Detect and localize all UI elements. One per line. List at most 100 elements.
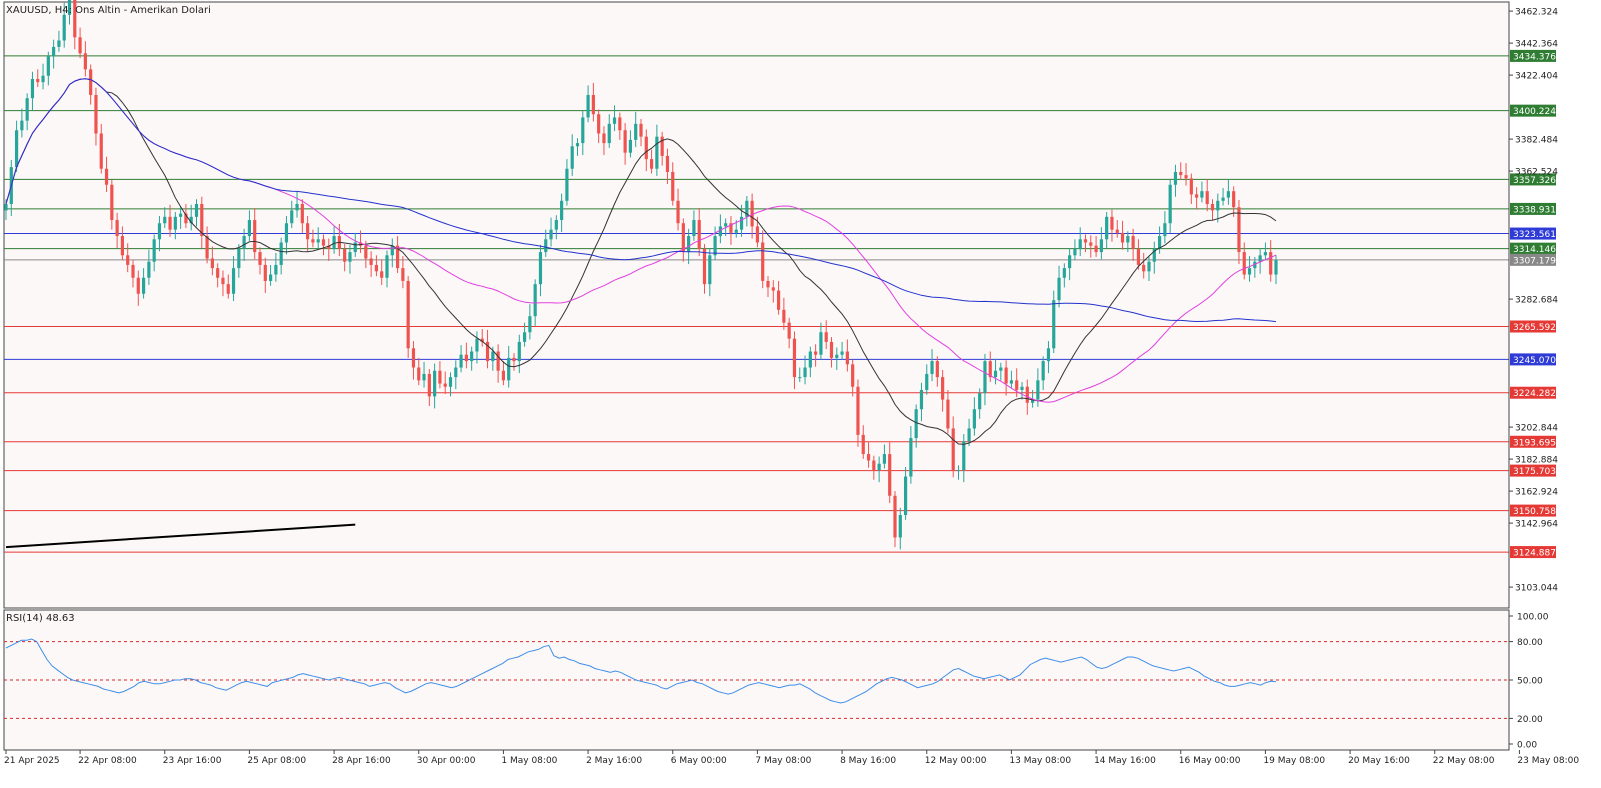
candle-body [470, 351, 474, 362]
candle-body [163, 216, 167, 224]
candle-body [1168, 184, 1172, 224]
time-tick-label: 25 Apr 08:00 [247, 756, 306, 766]
candle-body [888, 454, 892, 496]
candle-body [798, 377, 802, 379]
time-tick-label: 1 May 08:00 [501, 756, 557, 766]
candle-body [4, 204, 8, 211]
candle-body [205, 236, 209, 259]
candle-body [861, 434, 865, 455]
candle-body [771, 287, 775, 291]
candle-body [1226, 191, 1230, 198]
time-tick-label: 30 Apr 00:00 [417, 756, 476, 766]
candle-body [1015, 380, 1019, 390]
candle-body [1247, 268, 1252, 275]
candle-body [491, 351, 495, 362]
candle-body [1089, 242, 1093, 246]
time-tick-label: 21 Apr 2025 [4, 756, 60, 766]
candle-body [454, 367, 458, 378]
candle-body [1099, 239, 1103, 253]
price-tick-label: 3442.364 [1515, 40, 1558, 50]
candle-body [824, 332, 828, 342]
candle-body [528, 316, 532, 333]
candle-body [89, 69, 93, 95]
candle-body [512, 357, 516, 362]
candle-body [882, 454, 887, 464]
candle-body [1083, 239, 1088, 243]
candle-body [1115, 229, 1119, 233]
chart-root: 3434.376 3400.224 3357.326 3338.931 3323.561… [0, 0, 1601, 784]
candle-body [14, 130, 19, 168]
candle-body [993, 370, 998, 378]
candle-body [1189, 178, 1193, 195]
candle-body [628, 139, 633, 153]
candle-body [930, 361, 934, 374]
candle-body [25, 98, 29, 121]
candle-body [612, 117, 617, 124]
candle-body [1057, 277, 1061, 301]
candle-body [671, 171, 675, 201]
candle-body [782, 309, 786, 323]
candle-body [406, 280, 410, 349]
candle-body [443, 383, 447, 387]
candle-body [544, 239, 548, 253]
candle-body [951, 428, 955, 471]
candle-body [78, 37, 82, 54]
candle-body [295, 204, 299, 211]
candle-body [417, 367, 421, 381]
candle-body [173, 216, 177, 230]
candle-body [438, 370, 442, 384]
candle-body [1173, 171, 1178, 185]
time-tick-label: 22 Apr 08:00 [78, 756, 137, 766]
candle-body [1036, 380, 1040, 400]
candle-body [893, 495, 897, 538]
candle-body [1221, 197, 1225, 201]
candle-body [660, 136, 664, 156]
candle-body [343, 248, 347, 262]
candle-body [94, 94, 98, 134]
candle-body [152, 239, 156, 262]
candle-body [99, 133, 103, 169]
candle-body [226, 284, 230, 294]
candle-body [1073, 248, 1077, 256]
level-label: 3265.592 [1513, 323, 1556, 333]
candle-body [1020, 386, 1024, 390]
candle-body [538, 252, 543, 285]
chart-title: XAUUSD, H4: Ons Altin - Amerikan Dolari [6, 5, 211, 16]
candle-body [1232, 191, 1236, 208]
candle-body [639, 123, 643, 137]
candle-body [30, 78, 35, 99]
level-label: 3245.070 [1513, 356, 1556, 366]
candle-body [946, 399, 950, 429]
candle-body [575, 143, 580, 147]
candle-body [83, 53, 87, 70]
candle-body [459, 354, 463, 368]
candle-body [126, 255, 130, 265]
candle-body [1147, 261, 1151, 272]
candle-body [20, 120, 24, 131]
price-tick-label: 3202.844 [1515, 424, 1558, 434]
candle-body [533, 284, 537, 317]
candle-body [364, 245, 368, 259]
time-tick-label: 28 Apr 16:00 [332, 756, 391, 766]
candle-body [1105, 216, 1109, 240]
candle-body [1062, 268, 1066, 278]
candle-body [618, 117, 622, 131]
candle-body [237, 248, 241, 269]
candle-body [1237, 207, 1241, 253]
candle-body [983, 361, 987, 394]
candle-body [1004, 367, 1008, 384]
candle-body [681, 223, 685, 253]
candle-body [1205, 191, 1209, 204]
candle-body [216, 268, 220, 278]
candle-body [713, 236, 717, 256]
candle-body [210, 258, 214, 269]
level-label: 3314.146 [1513, 245, 1556, 255]
candle-body [433, 370, 437, 397]
candle-body [967, 428, 971, 442]
time-tick-label: 2 May 16:00 [586, 756, 642, 766]
candle-body [1216, 200, 1220, 211]
candle-body [1269, 252, 1273, 275]
candle-body [909, 438, 913, 477]
price-tick-label: 3162.924 [1515, 488, 1558, 498]
candle-body [972, 409, 976, 429]
